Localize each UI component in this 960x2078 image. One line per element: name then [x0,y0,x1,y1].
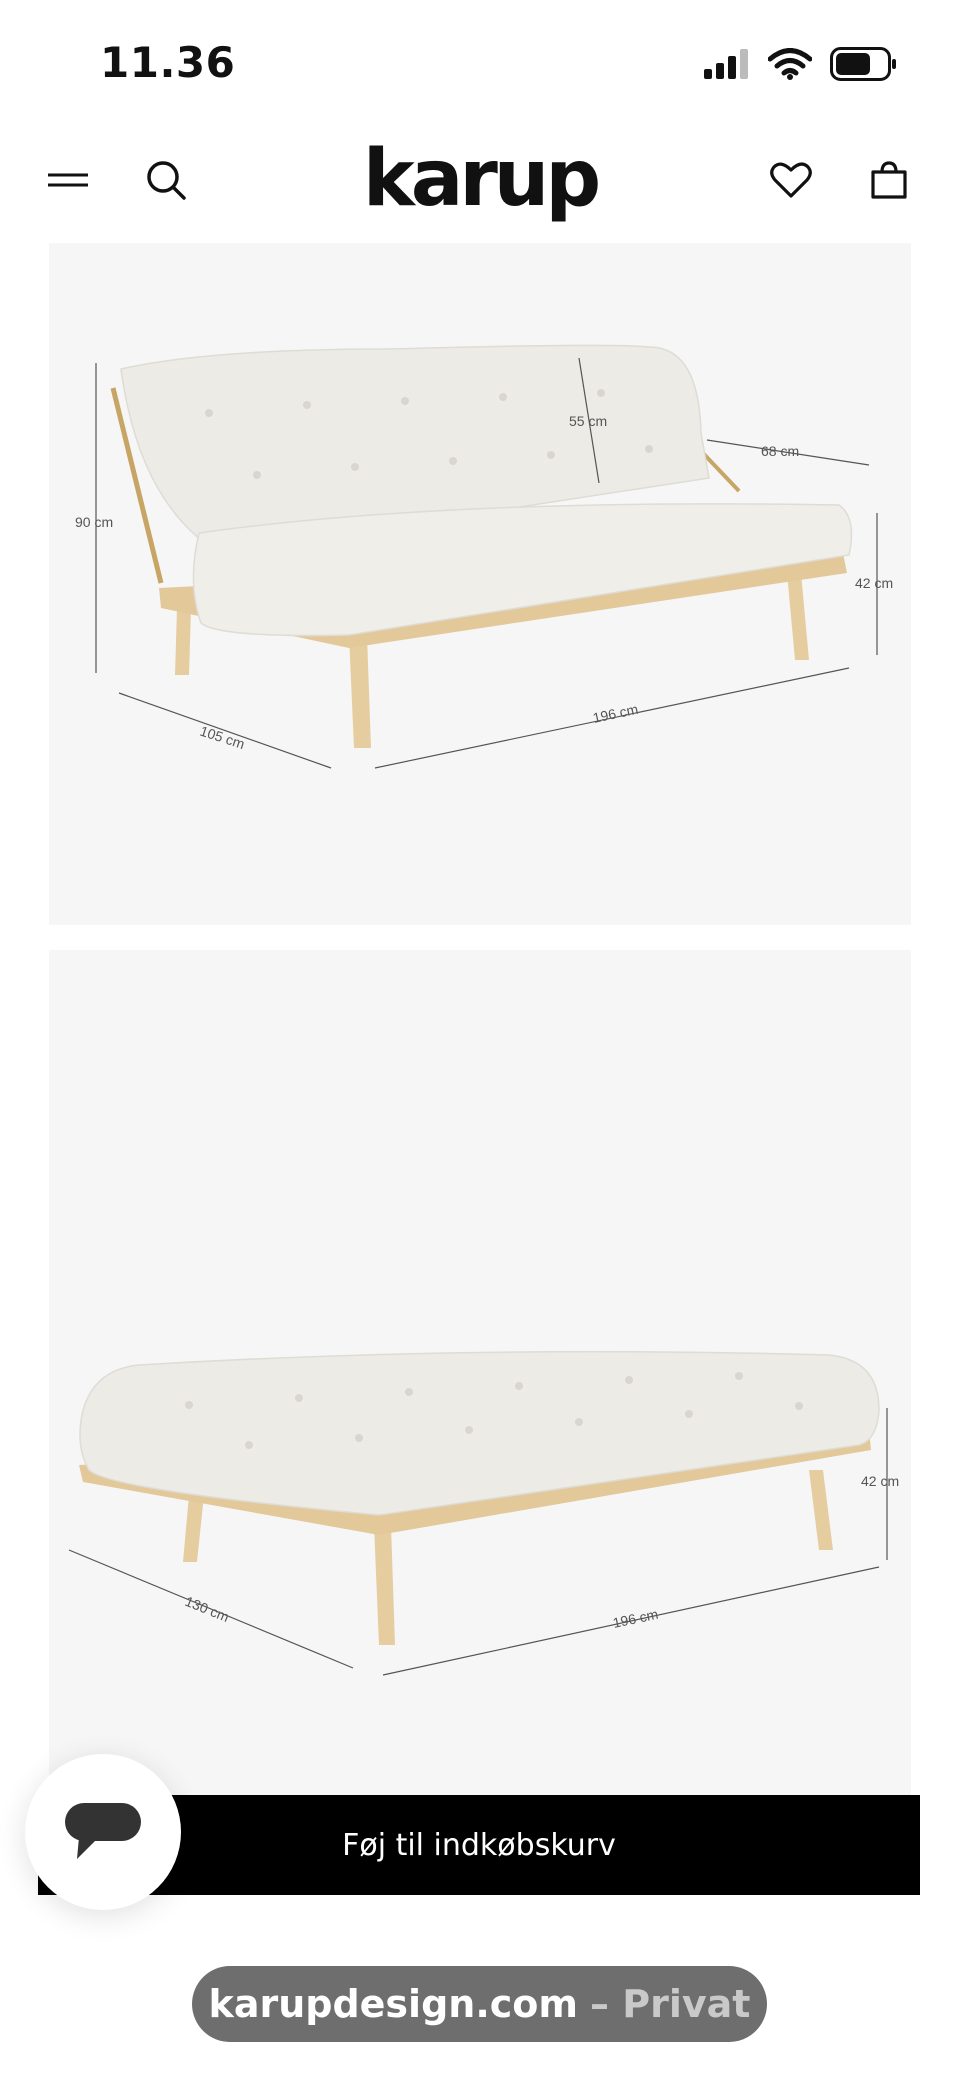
chat-icon [65,1803,141,1859]
browser-domain: karupdesign.com [208,1982,578,2026]
battery-icon [830,47,896,81]
dim-seat-height: 42 cm [855,575,893,591]
dim-arm: 68 cm [761,443,799,459]
status-bar: 11.36 [0,0,960,120]
dim-seat-height-bed: 42 cm [861,1473,899,1489]
dim-depth: 105 cm [198,723,247,752]
dim-height: 90 cm [75,514,113,530]
browser-mode: – Privat [590,1982,751,2026]
product-image-sofa-bed[interactable]: 42 cm 130 cm 196 cm [49,950,911,1800]
heart-icon[interactable] [761,150,821,210]
browser-address-bar[interactable]: karupdesign.com – Privat [192,1966,767,2042]
dim-depth-bed: 130 cm [183,1593,232,1625]
status-time: 11.36 [100,38,236,87]
wifi-icon [768,48,812,80]
dim-back-height: 55 cm [569,413,607,429]
product-image-sofa[interactable]: 90 cm 55 cm 68 cm 42 cm 105 cm 196 cm [49,243,911,925]
dim-width: 196 cm [591,701,639,726]
status-icons [704,44,898,84]
chat-button[interactable] [25,1754,181,1910]
signal-icon [704,49,748,79]
site-header: karup [0,120,960,240]
dim-width-bed: 196 cm [611,1606,659,1631]
bag-icon[interactable] [859,150,919,210]
